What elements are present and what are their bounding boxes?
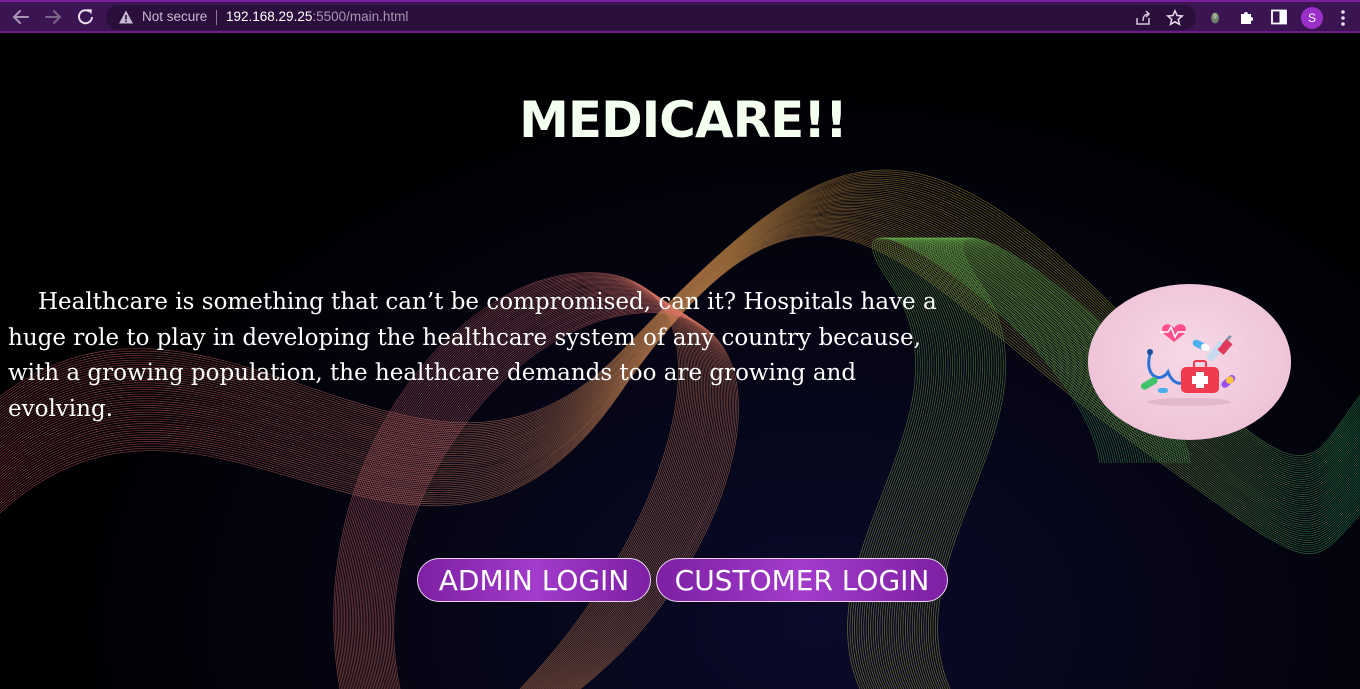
reload-icon[interactable] — [74, 6, 98, 28]
warning-icon[interactable] — [118, 9, 134, 25]
url-path: :5500/main.html — [312, 9, 409, 24]
url-text[interactable]: 192.168.29.25:5500/main.html — [226, 9, 408, 24]
customer-login-button[interactable]: CUSTOMER LOGIN — [656, 558, 948, 602]
star-icon[interactable] — [1166, 9, 1184, 27]
page-viewport: MEDICARE!! Healthcare is something that … — [0, 33, 1360, 689]
medical-kit-icon — [1088, 284, 1291, 440]
forward-icon[interactable] — [41, 6, 65, 28]
back-icon[interactable] — [9, 6, 33, 28]
url-host: 192.168.29.25 — [226, 9, 313, 24]
puzzle-icon[interactable] — [1238, 8, 1256, 26]
intro-paragraph: Healthcare is something that can’t be co… — [8, 289, 937, 422]
kebab-menu-icon[interactable] — [1336, 8, 1350, 28]
profile-avatar[interactable]: S — [1301, 7, 1323, 29]
share-icon[interactable] — [1134, 9, 1152, 27]
admin-login-button[interactable]: ADMIN LOGIN — [417, 558, 651, 602]
side-panel-icon[interactable] — [1270, 8, 1288, 26]
address-bar[interactable]: Not secure 192.168.29.25:5500/main.html — [106, 5, 1196, 30]
address-divider — [216, 10, 217, 25]
page-title: MEDICARE!! — [519, 91, 848, 149]
browser-toolbar: Not secure 192.168.29.25:5500/main.html … — [0, 0, 1360, 33]
extension-icon[interactable] — [1206, 8, 1224, 26]
security-status-label[interactable]: Not secure — [142, 9, 207, 24]
